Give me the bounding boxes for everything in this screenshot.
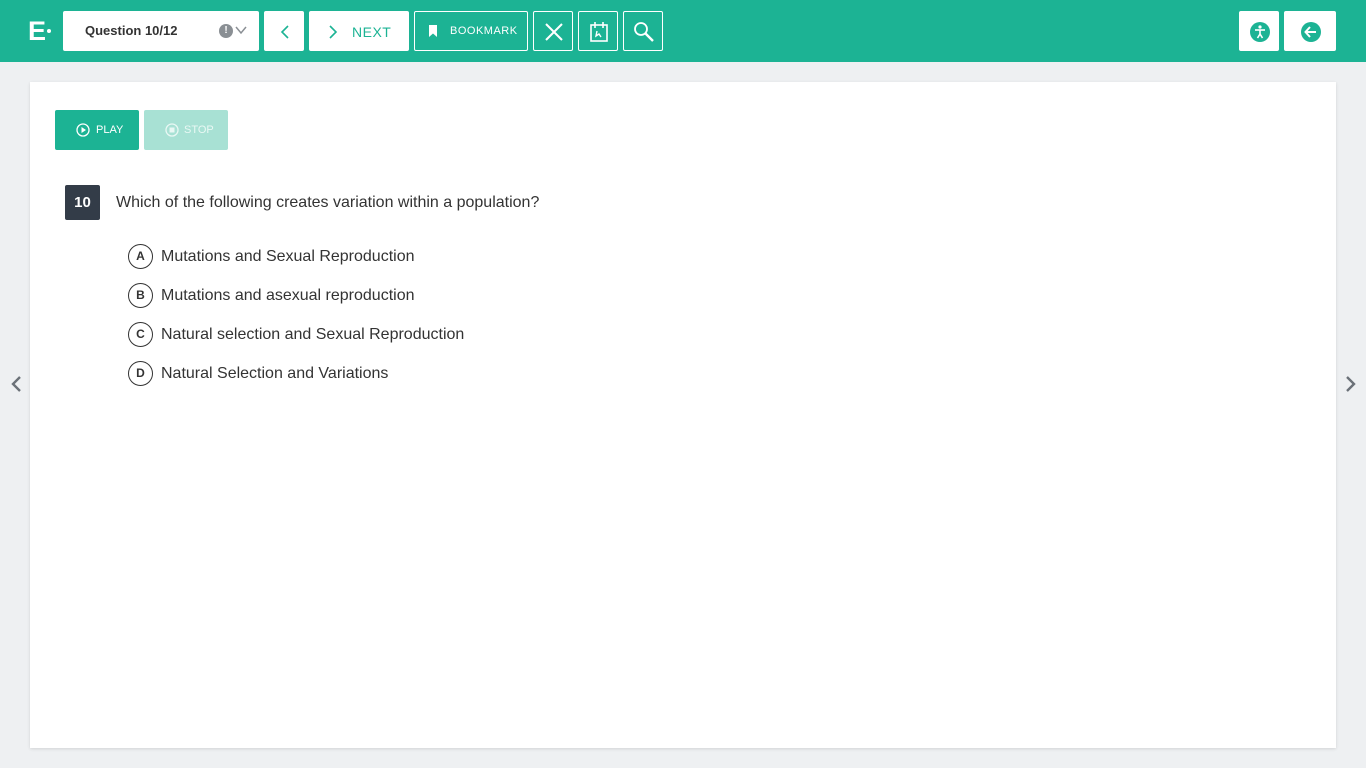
close-button[interactable] [533, 11, 573, 51]
side-next-arrow-icon[interactable] [1344, 375, 1358, 393]
play-icon [76, 123, 90, 137]
play-button[interactable]: PLAY [55, 110, 139, 150]
option-letter: C [128, 322, 153, 347]
stop-icon [165, 123, 179, 137]
option-text: Natural Selection and Variations [161, 365, 389, 382]
question-number-badge: 10 [65, 185, 100, 220]
side-previous-arrow-icon[interactable] [9, 375, 23, 393]
option-letter: A [128, 244, 153, 269]
next-button-label: NEXT [352, 24, 392, 40]
play-button-label: PLAY [96, 124, 124, 136]
bookmark-icon [429, 25, 437, 37]
bookmark-button[interactable]: BOOKMARK [414, 11, 528, 51]
chevron-down-icon [235, 26, 247, 35]
answer-option-c[interactable]: C Natural selection and Sexual Reproduct… [128, 322, 728, 348]
accessibility-icon [1250, 22, 1270, 42]
next-button[interactable]: NEXT [309, 11, 409, 51]
question-text: Which of the following creates variation… [116, 194, 540, 211]
logo-letter: E [28, 16, 47, 46]
bookmark-button-label: BOOKMARK [450, 25, 518, 37]
magnifier-button[interactable] [623, 11, 663, 51]
stop-button-label: STOP [184, 124, 214, 136]
option-text: Mutations and Sexual Reproduction [161, 248, 415, 265]
option-text: Mutations and asexual reproduction [161, 287, 415, 304]
logo-dot [47, 29, 51, 33]
previous-button[interactable] [264, 11, 304, 51]
exit-icon [1301, 22, 1321, 42]
question-selector-label: Question 10/12 [85, 23, 178, 38]
answer-option-d[interactable]: D Natural Selection and Variations [128, 361, 728, 387]
warning-icon: ! [219, 24, 233, 38]
close-icon [545, 23, 563, 41]
question-card: PLAY STOP 10 Which of the following crea… [30, 82, 1336, 748]
app-logo: E [28, 14, 54, 48]
option-letter: B [128, 283, 153, 308]
calendar-icon [590, 22, 608, 42]
chevron-right-icon [329, 25, 338, 39]
question-selector[interactable]: Question 10/12 ! [63, 11, 259, 51]
top-toolbar: E Question 10/12 ! NEXT BOOKMARK [0, 0, 1366, 62]
option-text: Natural selection and Sexual Reproductio… [161, 326, 465, 343]
answer-option-a[interactable]: A Mutations and Sexual Reproduction [128, 244, 728, 270]
answer-option-b[interactable]: B Mutations and asexual reproduction [128, 283, 728, 309]
exit-button[interactable] [1284, 11, 1336, 51]
magnifier-icon [634, 22, 654, 42]
chevron-left-icon [280, 25, 289, 39]
accessibility-button[interactable] [1239, 11, 1279, 51]
stop-button[interactable]: STOP [144, 110, 228, 150]
calendar-button[interactable] [578, 11, 618, 51]
option-letter: D [128, 361, 153, 386]
